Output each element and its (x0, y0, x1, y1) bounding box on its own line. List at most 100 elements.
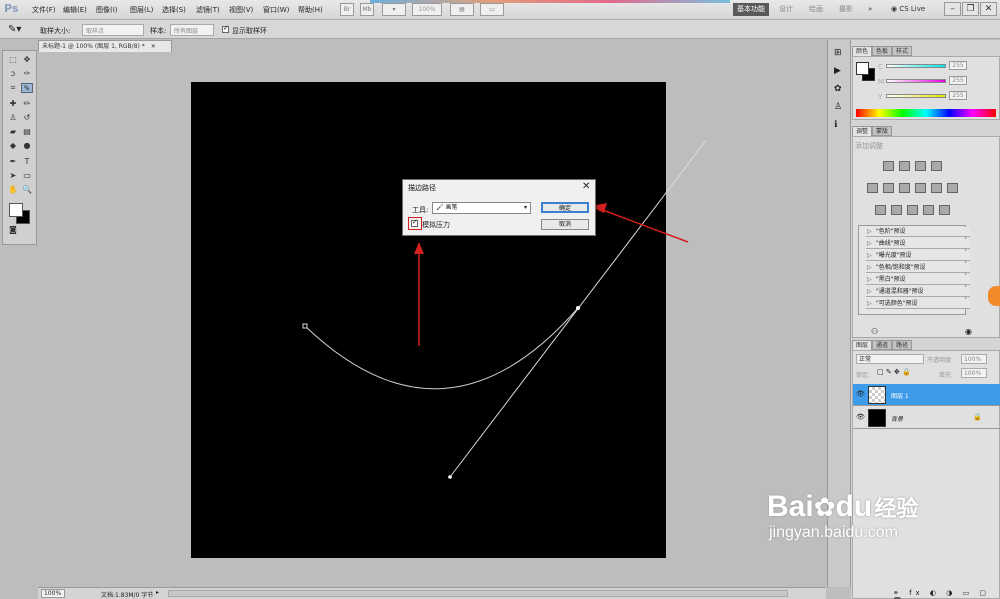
blend-mode-select[interactable]: 正常 (856, 354, 924, 364)
brush-icon: 🖌 (436, 204, 446, 211)
panel-icon-clone[interactable]: ♙ (834, 102, 842, 112)
layer-row-1[interactable]: 👁 图层 1 (853, 384, 1000, 406)
foreground-color-swatch[interactable] (9, 203, 23, 217)
layer-row-background[interactable]: 👁 背景 🔒 (853, 407, 1000, 429)
adjust-clip-icon[interactable]: ⚇ (871, 327, 878, 336)
tab-swatches[interactable]: 色板 (872, 46, 893, 56)
tool-select-value: 画笔 (445, 204, 458, 211)
anchor-point-end (576, 306, 580, 310)
levels-icon[interactable] (899, 161, 910, 171)
yellow-slider[interactable] (886, 94, 946, 98)
preset-exposure[interactable]: "曝光度"预设 (866, 251, 970, 261)
lock-icon: 🔒 (973, 413, 982, 421)
panel-icon-history[interactable]: ⊞ (834, 48, 842, 58)
tool-label: 工具: (412, 206, 429, 214)
channel-y-label: Y (878, 93, 883, 101)
hue-saturation-icon[interactable] (883, 183, 894, 193)
horizontal-scrollbar[interactable] (168, 590, 788, 597)
dialog-close-icon[interactable]: ✕ (582, 181, 590, 192)
cyan-slider[interactable] (886, 64, 946, 68)
tab-styles[interactable]: 样式 (892, 46, 913, 56)
status-doc-info: 文档:1.83M/0 字节 (101, 592, 154, 599)
simulate-pressure-checkbox[interactable] (411, 218, 418, 227)
curves-icon[interactable] (915, 161, 926, 171)
exposure-icon[interactable] (931, 161, 942, 171)
opacity-label: 不透明度: (927, 357, 954, 364)
invert-icon[interactable] (875, 205, 886, 215)
status-bar: 100% 文档:1.83M/0 字节 ▸ (38, 587, 826, 599)
layers-body: 正常 不透明度: 100% 锁定: □ ✎ ✥ 🔒 填充: 100% 👁 图层 … (852, 350, 1000, 599)
preset-list: "色阶"预设 "曲线"预设 "曝光度"预设 "色相/饱和度"预设 "黑白"预设 … (858, 225, 970, 315)
watermark-brand: Bai (767, 490, 814, 523)
red-arrow-up-head (414, 242, 424, 254)
threshold-icon[interactable] (907, 205, 918, 215)
gradient-map-icon[interactable] (923, 205, 934, 215)
layer-thumbnail-black (868, 409, 886, 427)
tool-select[interactable]: 🖌 画笔 ▾ (432, 202, 531, 214)
status-zoom[interactable]: 100% (41, 589, 65, 598)
lock-label: 锁定: (856, 372, 871, 379)
anchor-point-start (302, 323, 308, 329)
vibrance-icon[interactable] (867, 183, 878, 193)
channel-mixer-icon[interactable] (947, 183, 958, 193)
panel-icon-info[interactable]: ℹ (834, 120, 837, 130)
status-arrow-icon[interactable]: ▸ (156, 589, 159, 596)
channel-c-label: C (878, 63, 883, 71)
color-balance-icon[interactable] (899, 183, 910, 193)
color-panel-body: C 255 M 255 Y 255 (852, 56, 1000, 120)
cancel-button[interactable]: 取消 (541, 219, 589, 230)
channel-m-label: M (878, 78, 885, 86)
color-ramp[interactable] (856, 109, 996, 117)
fill-label: 填充: (939, 372, 954, 379)
opacity-value[interactable]: 100% (961, 354, 987, 364)
layer-name: 图层 1 (891, 393, 909, 400)
baidu-watermark: Bai✿du 经验 jingyan.baidu.com (767, 490, 918, 542)
preset-channel-mixer[interactable]: "通道混和器"预设 (866, 287, 970, 297)
preset-levels[interactable]: "色阶"预设 (866, 227, 970, 237)
preset-curves[interactable]: "曲线"预设 (866, 239, 970, 249)
adjustments-body: 添加调整 "色阶"预设 "曲线"预设 "曝光度"预设 "色相/饱和度"预设 "黑… (852, 136, 1000, 338)
brightness-icon[interactable] (883, 161, 894, 171)
yellow-value[interactable]: 255 (949, 91, 967, 100)
magenta-value[interactable]: 255 (949, 76, 967, 85)
panel-foreground-swatch[interactable] (856, 62, 869, 75)
handle-point-top (705, 137, 709, 141)
red-arrow-left (599, 208, 689, 243)
visibility-eye-icon[interactable]: 👁 (856, 390, 865, 398)
tab-color[interactable]: 颜色 (852, 46, 873, 56)
panel-icon-actions[interactable]: ▶ (834, 66, 841, 76)
lock-icons[interactable]: □ ✎ ✥ 🔒 (877, 368, 911, 376)
adjustments-panel: 调整 蒙版 添加调整 "色阶"预设 "曲线"预设 "曝光度"预设 "色相/饱和度… (851, 126, 1000, 338)
layer-name: 背景 (891, 416, 904, 423)
watermark-cn: 经验 (874, 497, 919, 522)
preset-selective-color[interactable]: "可选颜色"预设 (866, 299, 970, 309)
adjust-view-icon[interactable]: ◉ (965, 327, 972, 336)
selective-color-icon[interactable] (939, 205, 950, 215)
posterize-icon[interactable] (891, 205, 902, 215)
side-feedback-tab[interactable] (988, 286, 1000, 306)
layer-footer-icons[interactable]: ⚭ fx ◐ ◑ ▭ ▢ 🗑 (893, 589, 999, 599)
black-white-icon[interactable] (915, 183, 926, 193)
dialog-title: 描边路径 (408, 184, 436, 192)
tab-masks[interactable]: 蒙版 (872, 126, 893, 136)
fill-value[interactable]: 100% (961, 368, 987, 378)
tab-adjustments[interactable]: 调整 (852, 126, 873, 136)
cyan-value[interactable]: 255 (949, 61, 967, 70)
ok-button[interactable]: 确定 (541, 202, 589, 213)
tab-layers[interactable]: 图层 (852, 340, 873, 350)
preset-black-white[interactable]: "黑白"预设 (866, 275, 970, 285)
panel-icon-brushes[interactable]: ✿ (834, 84, 842, 94)
adjustments-hint: 添加调整 (855, 142, 883, 150)
magenta-slider[interactable] (886, 79, 946, 83)
photo-filter-icon[interactable] (931, 183, 942, 193)
chevron-down-icon: ▾ (523, 204, 527, 211)
visibility-eye-icon[interactable]: 👁 (856, 413, 865, 421)
stroke-path-curve (304, 307, 579, 390)
tab-paths[interactable]: 路径 (892, 340, 913, 350)
layers-panel: 图层 通道 路径 正常 不透明度: 100% 锁定: □ ✎ ✥ 🔒 填充: 1… (851, 340, 1000, 599)
layer-thumbnail-transparent (868, 386, 886, 404)
tab-channels[interactable]: 通道 (872, 340, 893, 350)
simulate-pressure-label: 模拟压力 (422, 221, 450, 229)
preset-hue-saturation[interactable]: "色相/饱和度"预设 (866, 263, 970, 273)
handle-point-bottom (448, 475, 452, 479)
